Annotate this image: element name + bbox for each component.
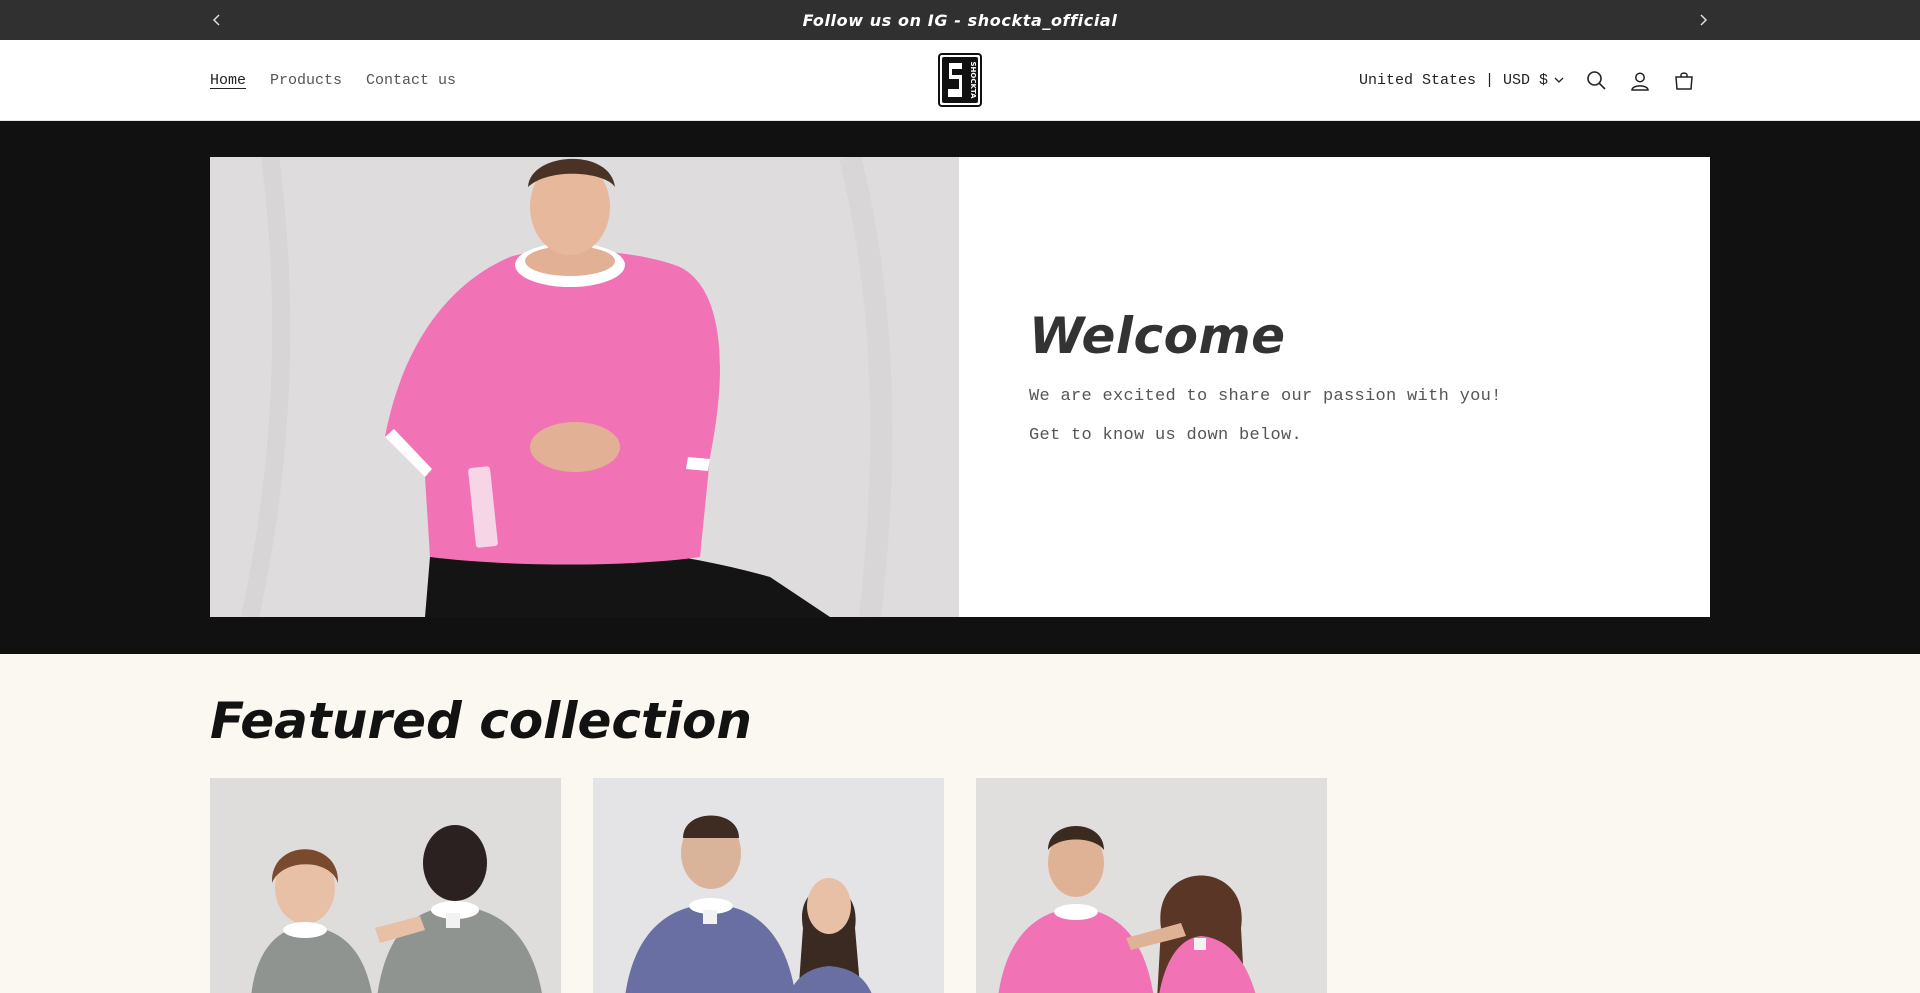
hero-image (210, 157, 959, 617)
header-actions: United States | USD $ (1359, 40, 1706, 121)
chevron-right-icon (1700, 14, 1708, 26)
announcement-prev-button[interactable] (197, 0, 237, 40)
featured-title: Featured collection (210, 692, 752, 750)
product-card[interactable] (210, 778, 561, 993)
product-card[interactable] (976, 778, 1327, 993)
product-image (593, 778, 944, 993)
hero-text: Welcome We are excited to share our pass… (959, 157, 1710, 617)
announcement-message: Follow us on IG - shockta_official (802, 10, 1118, 30)
site-header: Home Products Contact us SHOCKTA United … (0, 40, 1920, 121)
announcement-next-button[interactable] (1683, 0, 1723, 40)
account-icon (1631, 72, 1649, 91)
shockta-logo[interactable]: SHOCKTA (938, 53, 982, 107)
product-grid (210, 778, 1327, 993)
locale-label: United States | USD $ (1358, 72, 1548, 89)
hero-section: Welcome We are excited to share our pass… (0, 121, 1920, 654)
featured-collection: Featured collection (0, 654, 1920, 993)
hero-line-2: Get to know us down below. (1029, 426, 1303, 445)
product-image (210, 778, 561, 993)
logo-text: SHOCKTA (969, 61, 977, 99)
chevron-left-icon (212, 14, 220, 26)
account-button[interactable] (1618, 59, 1662, 103)
chevron-down-icon (1554, 77, 1564, 83)
search-button[interactable] (1574, 59, 1618, 103)
hero-title: Welcome (1029, 307, 1286, 365)
locale-selector[interactable]: United States | USD $ (1359, 72, 1564, 89)
cart-icon (1675, 71, 1693, 90)
product-image (976, 778, 1327, 993)
nav-home[interactable]: Home (210, 72, 246, 89)
hero-card: Welcome We are excited to share our pass… (210, 157, 1710, 617)
nav-contact[interactable]: Contact us (366, 72, 456, 89)
hero-line-1: We are excited to share our passion with… (1029, 387, 1502, 406)
main-nav: Home Products Contact us (210, 40, 456, 121)
cart-button[interactable] (1662, 59, 1706, 103)
search-icon (1586, 71, 1606, 90)
announcement-bar: Follow us on IG - shockta_official (0, 0, 1920, 40)
nav-products[interactable]: Products (270, 72, 342, 89)
product-card[interactable] (593, 778, 944, 993)
